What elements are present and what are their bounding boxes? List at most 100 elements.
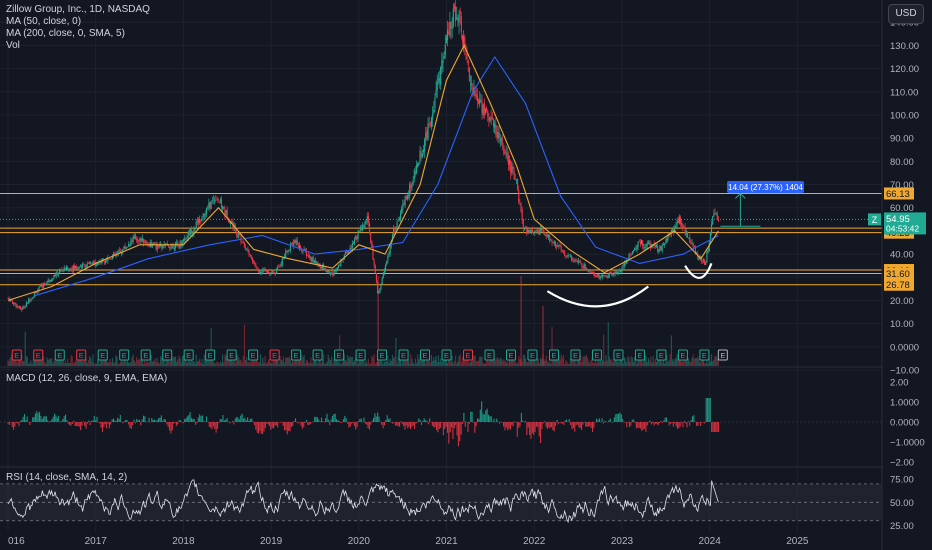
volume-bar: [302, 357, 304, 366]
candle-body: [331, 272, 333, 274]
candle-body: [295, 240, 297, 244]
candle-body: [294, 239, 296, 243]
macd-histogram-bar: [259, 422, 261, 431]
candle-body: [100, 262, 102, 263]
macd-histogram-bar: [381, 422, 383, 425]
candle-body: [75, 266, 77, 269]
volume-bar: [473, 355, 475, 366]
macd-histogram-bar: [600, 421, 602, 423]
chart-canvas[interactable]: 14.04 (27.37%) 1404 EEEEEEEEEEEEEEEEEEEE…: [0, 0, 932, 550]
symbol-title[interactable]: Zillow Group, Inc., 1D, NASDAQ: [6, 4, 150, 16]
candle-body: [499, 138, 501, 141]
earnings-marker-label: E: [594, 351, 599, 360]
candle-body: [529, 229, 531, 233]
macd-histogram-bar: [37, 413, 39, 422]
candle-body: [370, 233, 372, 243]
macd-histogram-bar: [123, 421, 125, 422]
macd-histogram-bar: [389, 418, 391, 422]
candle-body: [145, 241, 147, 244]
volume-bar: [408, 359, 410, 366]
volume-bar: [122, 362, 124, 366]
candle-body: [562, 250, 565, 252]
candle-body: [44, 283, 46, 285]
volume-bar: [293, 361, 295, 366]
macd-histogram-bar: [14, 422, 16, 427]
macd-histogram-bar: [497, 421, 499, 423]
macd-histogram-bar: [492, 421, 494, 423]
volume-bar: [538, 363, 540, 366]
volume-bar: [245, 360, 247, 366]
macd-histogram-bar: [210, 422, 212, 428]
macd-histogram-bar: [106, 422, 108, 429]
earnings-marker-label: E: [79, 351, 84, 360]
ma200-legend[interactable]: MA (200, close, 0, SMA, 5): [6, 28, 150, 40]
macd-legend[interactable]: MACD (12, 26, close, 9, EMA, EMA): [6, 373, 167, 385]
candle-body: [25, 302, 27, 307]
macd-histogram-bar: [370, 422, 372, 425]
candle-body: [378, 291, 380, 294]
candle-body: [22, 306, 24, 310]
candle-body: [463, 36, 465, 45]
macd-histogram-bar: [149, 422, 151, 423]
volume-bar: [711, 354, 713, 366]
macd-histogram-bar: [575, 422, 577, 426]
price-tick-label: 40.00: [890, 250, 914, 261]
macd-histogram-bar: [485, 410, 487, 422]
candle-body: [347, 251, 349, 254]
macd-histogram-bar: [664, 417, 666, 422]
macd-histogram-bar: [212, 422, 214, 427]
candle-body: [684, 227, 686, 234]
macd-histogram-bar: [329, 422, 331, 426]
volume-bar: [701, 360, 703, 366]
macd-histogram-bar: [642, 422, 644, 430]
candle-body: [257, 269, 259, 272]
macd-histogram-bar: [507, 422, 509, 431]
macd-histogram-bar: [425, 420, 427, 422]
candle-body: [548, 234, 550, 238]
volume-legend[interactable]: Vol: [6, 40, 150, 52]
macd-histogram-bar: [319, 421, 321, 422]
currency-button[interactable]: USD: [888, 4, 924, 24]
candle-body: [367, 215, 369, 223]
volume-bar: [590, 359, 592, 366]
earnings-marker-label: E: [186, 351, 191, 360]
macd-histogram-bar: [379, 421, 381, 422]
candle-body: [692, 242, 694, 248]
candle-body: [717, 220, 719, 222]
volume-bar: [216, 361, 218, 366]
macd-histogram-bar: [17, 422, 19, 424]
volume-bar: [398, 360, 400, 366]
volume-bar: [26, 357, 29, 366]
rsi-legend[interactable]: RSI (14, close, SMA, 14, 2): [6, 472, 127, 484]
earnings-marker-label: E: [616, 351, 621, 360]
macd-histogram-bar: [441, 422, 443, 423]
candle-body: [676, 220, 678, 226]
macd-histogram-bar: [405, 422, 407, 426]
macd-histogram-bar: [555, 422, 557, 426]
candle-body: [201, 218, 203, 221]
volume-bar: [354, 359, 356, 366]
ma50-legend[interactable]: MA (50, close, 0): [6, 16, 150, 28]
candle-body: [311, 257, 313, 262]
macd-histogram-bar: [559, 422, 561, 423]
candle-body: [184, 238, 186, 241]
macd-tick-label: −1.0000: [890, 438, 925, 449]
macd-histogram-bar: [706, 398, 709, 422]
candle-body: [240, 235, 242, 242]
macd-histogram-bar: [203, 421, 205, 422]
volume-spike: [520, 276, 522, 366]
volume-bar: [421, 361, 423, 366]
candle-body: [78, 267, 80, 269]
macd-histogram-bar: [407, 422, 409, 429]
chart-legend[interactable]: Zillow Group, Inc., 1D, NASDAQ MA (50, c…: [6, 4, 150, 52]
volume-bar: [320, 363, 322, 366]
macd-histogram-bar: [255, 422, 257, 430]
macd-histogram-bar: [300, 422, 302, 426]
candle-body: [443, 56, 445, 59]
macd-histogram-bar: [144, 416, 146, 422]
volume-bar: [331, 356, 333, 366]
macd-histogram-bar: [25, 420, 27, 422]
candle-body: [20, 306, 22, 310]
candle-body: [716, 213, 718, 221]
earnings-marker-label: E: [229, 351, 234, 360]
